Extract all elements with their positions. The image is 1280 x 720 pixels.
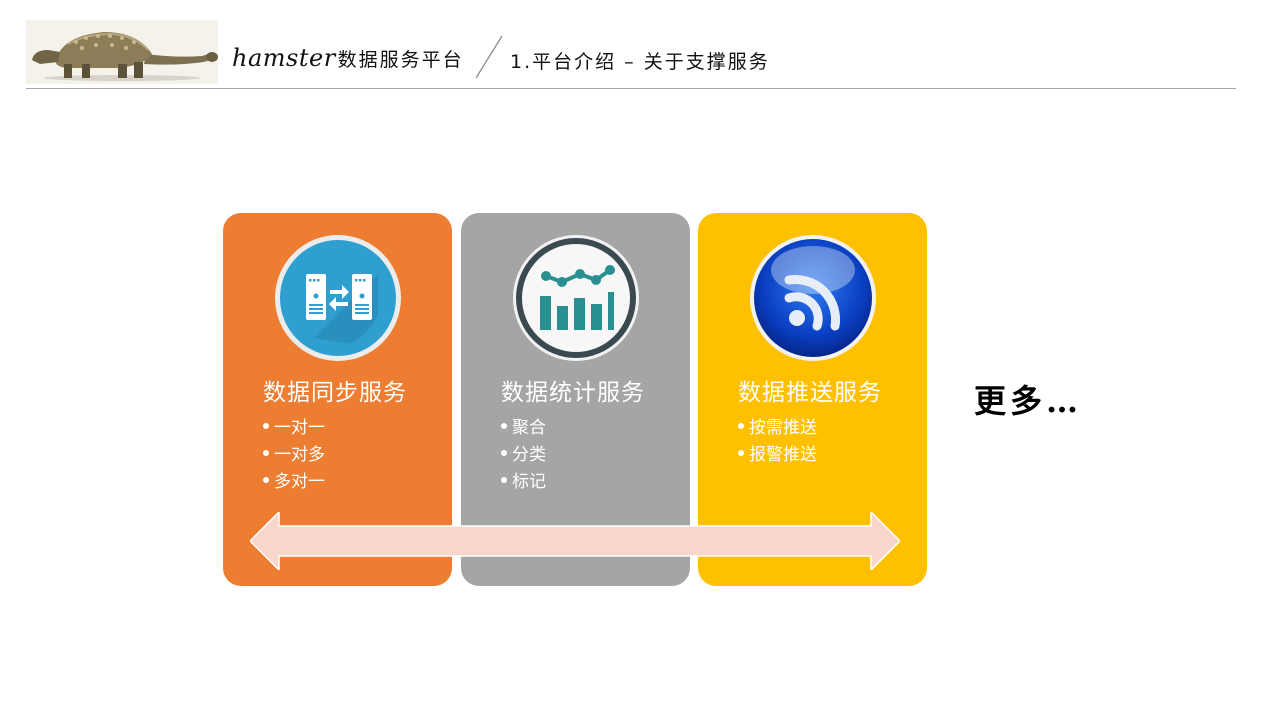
server-sync-icon (275, 235, 401, 361)
more-text: 更多… (974, 382, 1083, 420)
card-feature-list: 按需推送 报警推送 (738, 415, 817, 469)
brand-suffix: 数据服务平台 (337, 49, 464, 71)
list-item: 一对多 (263, 442, 325, 469)
list-item: 标记 (501, 469, 546, 496)
list-item: 聚合 (501, 415, 546, 442)
arrow-shape (250, 512, 900, 570)
section-title: 1.平台介绍 – 关于支撑服务 (510, 51, 770, 73)
card-feature-list: 聚合 分类 标记 (501, 415, 546, 496)
card-title: 数据同步服务 (263, 380, 407, 406)
rss-feed-icon (750, 235, 876, 361)
ankylosaurus-logo-icon (26, 20, 218, 84)
card-feature-list: 一对一 一对多 多对一 (263, 415, 325, 496)
list-item: 分类 (501, 442, 546, 469)
list-item: 一对一 (263, 415, 325, 442)
card-title: 数据推送服务 (738, 380, 882, 406)
list-item: 多对一 (263, 469, 325, 496)
double-arrow-icon (250, 512, 900, 570)
list-item: 报警推送 (738, 442, 817, 469)
list-item: 按需推送 (738, 415, 817, 442)
bar-chart-icon (513, 235, 639, 361)
brand-name: hamster (232, 44, 336, 72)
header-slash-divider (475, 35, 503, 79)
card-title: 数据统计服务 (501, 380, 645, 406)
brand-title: hamster 数据服务平台 (232, 44, 464, 80)
header-divider (26, 88, 1236, 89)
